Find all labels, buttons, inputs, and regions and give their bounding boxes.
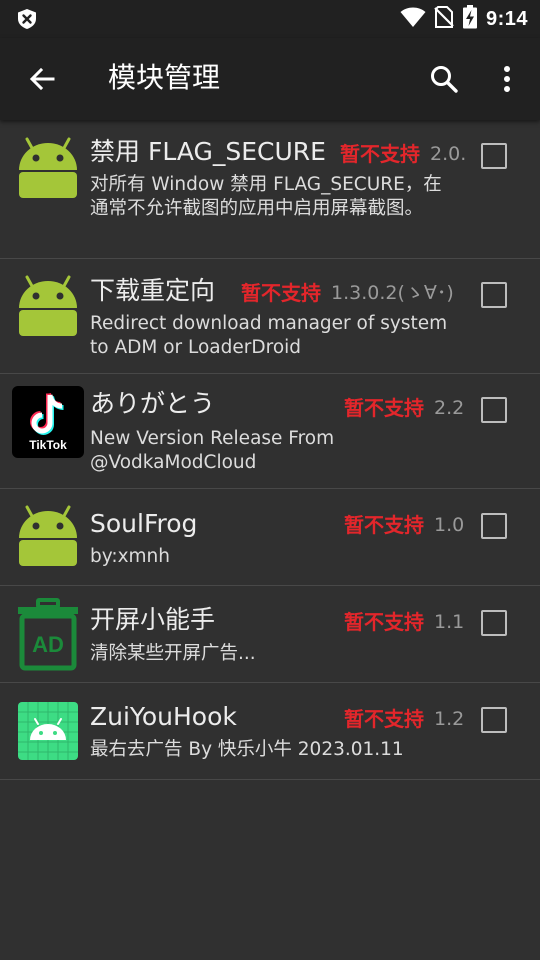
android-robot-icon xyxy=(18,505,78,571)
search-button[interactable] xyxy=(424,59,464,99)
app-bar: 模块管理 xyxy=(0,38,540,120)
status-badge: 暂不支持 xyxy=(344,610,424,634)
module-description: New Version Release From @VodkaModCloud xyxy=(90,428,335,473)
module-title: ZuiYouHook xyxy=(90,702,237,731)
module-row[interactable]: TikTok ありがとう 暂不支持 2.2 New Version Releas… xyxy=(0,374,540,489)
status-time: 9:14 xyxy=(485,7,528,30)
back-button[interactable] xyxy=(22,59,62,99)
module-row[interactable]: ZuiYouHook 暂不支持 1.2 最右去广告 By 快乐小牛 2023.0… xyxy=(0,683,540,780)
enable-checkbox[interactable] xyxy=(481,610,507,636)
status-badge: 暂不支持 xyxy=(241,281,321,305)
module-description: 对所有 Window 禁用 FLAG_SECURE，在通常不允许截图的应用中启用… xyxy=(90,174,442,219)
search-icon xyxy=(431,66,458,93)
module-description: 清除某些开屏广告... xyxy=(90,643,256,664)
android-robot-icon xyxy=(18,275,78,341)
module-title: 下载重定向 xyxy=(90,276,216,305)
module-title: 禁用 FLAG_SECURE xyxy=(90,137,326,166)
battery-charging-icon xyxy=(462,5,478,33)
module-description: by:xmnh xyxy=(90,546,170,567)
module-title: 开屏小能手 xyxy=(90,605,216,634)
module-row[interactable]: SoulFrog 暂不支持 1.0 by:xmnh xyxy=(0,489,540,586)
tiktok-logo-icon: TikTok xyxy=(12,386,84,458)
module-list: 禁用 FLAG_SECURE 暂不支持 2.0. 对所有 Window 禁用 F… xyxy=(0,120,540,780)
android-robot-icon xyxy=(18,137,78,203)
status-badge: 暂不支持 xyxy=(340,142,420,166)
module-row[interactable]: AD 开屏小能手 暂不支持 1.1 清除某些开屏广告... xyxy=(0,586,540,683)
arrow-back-icon xyxy=(29,67,55,91)
status-badge: 暂不支持 xyxy=(344,396,424,420)
more-options-button[interactable] xyxy=(487,59,527,99)
tiktok-label: TikTok xyxy=(29,438,67,452)
ad-trash-icon: AD xyxy=(16,598,80,676)
enable-checkbox[interactable] xyxy=(481,513,507,539)
module-version: 2.0. xyxy=(430,143,467,165)
module-description: Redirect download manager of system to A… xyxy=(90,313,448,358)
app-notification-icon xyxy=(16,8,38,30)
status-badge: 暂不支持 xyxy=(344,513,424,537)
status-badge: 暂不支持 xyxy=(344,707,424,731)
wifi-icon xyxy=(400,6,426,32)
status-bar: 9:14 xyxy=(0,0,540,38)
module-title: ありがとう xyxy=(90,389,216,418)
android-grid-icon xyxy=(18,702,78,764)
module-version: 1.2 xyxy=(434,708,465,730)
page-title: 模块管理 xyxy=(108,61,221,94)
module-version: 1.0 xyxy=(434,514,465,536)
no-sim-icon xyxy=(434,6,454,32)
module-version: 1.1 xyxy=(434,611,465,633)
module-title: SoulFrog xyxy=(90,509,198,538)
module-description: 最右去广告 By 快乐小牛 2023.01.11 xyxy=(90,739,404,760)
more-vert-icon xyxy=(504,66,510,92)
module-row[interactable]: 下载重定向 暂不支持 1.3.0.2(ゝ∀･) Redirect downloa… xyxy=(0,259,540,374)
enable-checkbox[interactable] xyxy=(481,707,507,733)
module-row[interactable]: 禁用 FLAG_SECURE 暂不支持 2.0. 对所有 Window 禁用 F… xyxy=(0,120,540,259)
svg-text:AD: AD xyxy=(32,632,64,657)
enable-checkbox[interactable] xyxy=(481,143,507,169)
module-version: 1.3.0.2(ゝ∀･) xyxy=(331,282,454,304)
enable-checkbox[interactable] xyxy=(481,282,507,308)
enable-checkbox[interactable] xyxy=(481,397,507,423)
module-version: 2.2 xyxy=(434,397,465,419)
